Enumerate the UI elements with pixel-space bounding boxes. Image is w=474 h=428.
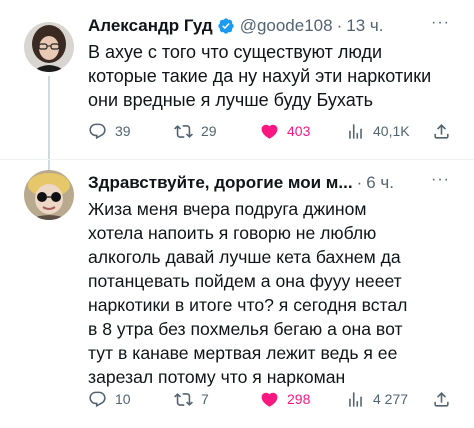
- reply-count: 39: [115, 123, 131, 139]
- retweet-count: 7: [201, 391, 209, 407]
- tweet-time[interactable]: 13 ч.: [346, 14, 383, 38]
- views-icon: [349, 123, 362, 139]
- share-icon: [434, 123, 449, 139]
- share-button[interactable]: [432, 122, 451, 141]
- avatar[interactable]: [24, 170, 74, 220]
- views-button[interactable]: 40,1K: [346, 122, 410, 141]
- heart-icon: [261, 392, 278, 407]
- tweet-actions: 10 7 298 4 277: [88, 388, 454, 410]
- retweet-icon: [174, 392, 193, 406]
- views-count: 40,1K: [373, 123, 410, 139]
- verified-badge-icon: [217, 17, 235, 35]
- avatar[interactable]: [24, 22, 74, 72]
- retweet-button[interactable]: 29: [174, 122, 217, 141]
- retweet-count: 29: [201, 123, 217, 139]
- tweet-header: Здравствуйте, дорогие мои м... · 6 ч.: [88, 171, 454, 195]
- reply-icon: [89, 123, 106, 139]
- reply-icon: [89, 391, 106, 407]
- tweet-text: Жиза меня вчера подруга джином хотела на…: [88, 199, 408, 387]
- reply-button[interactable]: 39: [88, 122, 131, 141]
- author-handle[interactable]: @goode108: [240, 14, 333, 38]
- share-icon: [434, 391, 449, 407]
- like-button[interactable]: 403: [260, 122, 310, 141]
- tweet-content: Александр Гуд @goode108 · 13 ч. ··· В ах…: [88, 14, 454, 112]
- thread-line: [48, 76, 50, 170]
- tweet-1[interactable]: Александр Гуд @goode108 · 13 ч. ··· В ах…: [0, 0, 474, 170]
- views-button[interactable]: 4 277: [346, 390, 408, 409]
- separator: ·: [336, 16, 343, 35]
- more-options-icon[interactable]: ···: [431, 15, 450, 31]
- retweet-icon: [174, 124, 193, 138]
- more-options-icon[interactable]: ···: [431, 172, 450, 188]
- heart-icon: [261, 124, 278, 139]
- tweet-content: Здравствуйте, дорогие мои м... · 6 ч. ··…: [88, 171, 454, 389]
- separator: ·: [356, 173, 363, 192]
- tweet-time[interactable]: 6 ч.: [366, 171, 394, 195]
- views-icon: [349, 391, 362, 407]
- tweet-2[interactable]: Здравствуйте, дорогие мои м... · 6 ч. ··…: [0, 160, 474, 428]
- reply-button[interactable]: 10: [88, 390, 131, 409]
- like-button[interactable]: 298: [260, 390, 310, 409]
- author-name[interactable]: Александр Гуд: [88, 14, 213, 38]
- share-button[interactable]: [432, 390, 451, 409]
- like-count: 298: [287, 391, 311, 407]
- retweet-button[interactable]: 7: [174, 390, 209, 409]
- tweet-text: В ахуе с того что существуют люди которы…: [88, 42, 432, 110]
- like-count: 403: [287, 123, 311, 139]
- author-name[interactable]: Здравствуйте, дорогие мои м...: [88, 171, 353, 195]
- tweet-header: Александр Гуд @goode108 · 13 ч.: [88, 14, 454, 38]
- tweet-actions: 39 29 403 40,1K: [88, 120, 454, 142]
- reply-count: 10: [115, 391, 131, 407]
- views-count: 4 277: [373, 391, 409, 407]
